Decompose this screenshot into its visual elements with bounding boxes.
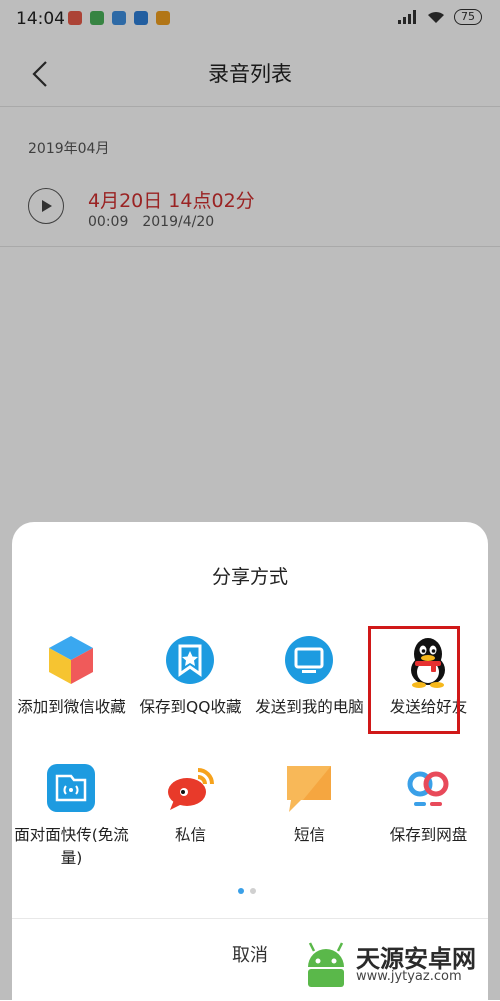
share-label: 面对面快传(免流量) — [14, 826, 129, 867]
share-label: 保存到QQ收藏 — [139, 698, 242, 716]
share-face-to-face[interactable]: 面对面快传(免流量) — [12, 750, 131, 878]
share-wechat-favorites[interactable]: 添加到微信收藏 — [12, 622, 131, 750]
private-message-icon — [168, 768, 214, 810]
share-label: 短信 — [293, 826, 325, 844]
share-label: 保存到网盘 — [389, 826, 468, 844]
share-qq-favorites[interactable]: 保存到QQ收藏 — [131, 622, 250, 750]
qq-favorites-icon — [166, 636, 214, 684]
share-sheet: 分享方式 添加到微信收藏 保存到QQ收藏 发送到我的电脑 发送给好友 面对面快传… — [12, 522, 488, 1000]
my-computer-icon — [285, 636, 333, 684]
highlight-box — [368, 626, 460, 734]
face-to-face-transfer-icon — [47, 764, 95, 812]
share-label: 私信 — [174, 826, 206, 844]
watermark: 天源安卓网 www.jytyaz.com — [300, 935, 500, 997]
share-label: 发送到我的电脑 — [255, 698, 364, 716]
wechat-favorites-icon — [49, 636, 93, 684]
page-indicator — [238, 888, 256, 894]
watermark-url: www.jytyaz.com — [356, 969, 462, 984]
android-logo-icon — [308, 942, 344, 987]
page-dot — [250, 888, 256, 894]
cloud-drive-icon — [407, 771, 449, 806]
share-sms[interactable]: 短信 — [250, 750, 369, 878]
share-cloud-drive[interactable]: 保存到网盘 — [369, 750, 488, 878]
screen: 14:04 75 录音列表 2019年04月 4月20日 14点02分 00:0… — [0, 0, 500, 1000]
page-dot-active — [238, 888, 244, 894]
share-label: 添加到微信收藏 — [17, 698, 126, 716]
share-my-computer[interactable]: 发送到我的电脑 — [250, 622, 369, 750]
share-private-message[interactable]: 私信 — [131, 750, 250, 878]
share-sheet-title: 分享方式 — [211, 566, 288, 588]
sms-icon — [287, 766, 331, 812]
